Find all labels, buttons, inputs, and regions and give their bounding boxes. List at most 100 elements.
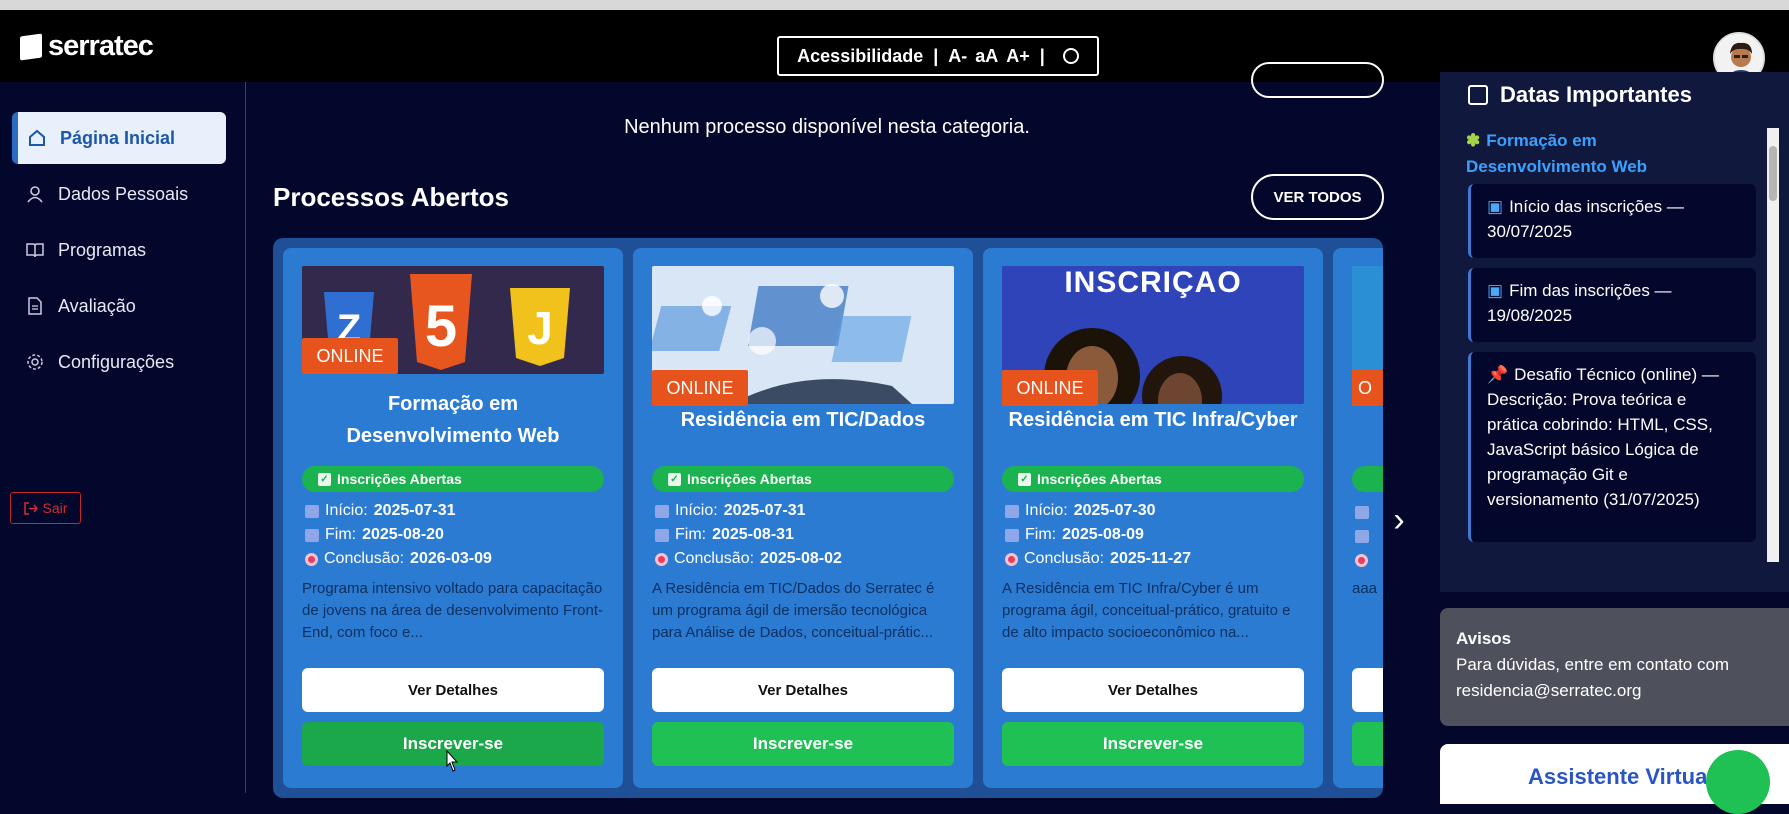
process-card: Z 5 J ONLINE Formação em Desenvolvimento… <box>283 248 623 788</box>
end-label: Fim: <box>675 526 707 543</box>
svg-text:J: J <box>527 302 553 354</box>
status-label: Inscrições Abertas <box>337 471 462 487</box>
conclusion-value: 2026-03-09 <box>410 550 492 567</box>
end-label: Fim: <box>325 526 357 543</box>
sidebar-item-dados-pessoais[interactable]: Dados Pessoais <box>12 168 226 220</box>
online-badge: ONLINE <box>652 370 748 406</box>
target-icon <box>305 552 318 566</box>
status-badge <box>1352 466 1383 492</box>
view-details-button[interactable]: Ver Detalhes <box>652 668 954 712</box>
sidebar-item-configuracoes[interactable]: Configurações <box>12 336 226 388</box>
conclusion-value: 2025-08-02 <box>760 550 842 567</box>
end-label: Fim: <box>1025 526 1057 543</box>
card-description: A Residência em TIC Infra/Cyber é um pro… <box>1002 580 1291 641</box>
calendar-icon <box>305 504 319 518</box>
start-value: 2025-07-30 <box>1073 502 1156 519</box>
sidebar-item-label: Configurações <box>58 351 175 372</box>
date-item-text: Fim das inscrições — 19/08/2025 <box>1487 281 1672 325</box>
home-icon <box>29 129 45 146</box>
sidebar-item-pagina-inicial[interactable]: Página Inicial <box>12 112 226 164</box>
sidebar-item-programas[interactable]: Programas <box>12 224 226 276</box>
online-badge: ONLINE <box>302 338 398 374</box>
see-all-button[interactable]: VER TODOS <box>1251 174 1384 220</box>
image-caption: INSCRIÇAO <box>1064 266 1242 299</box>
notices-box: Avisos Para dúvidas, entre em contato co… <box>1440 608 1789 726</box>
section-title: Processos Abertos <box>273 182 510 212</box>
process-card-partial: O aaa <box>1333 248 1383 788</box>
conclusion-date: Conclusão: 2026-03-09 <box>305 550 492 568</box>
start-label: Início: <box>1025 502 1068 519</box>
sidebar-item-label: Avaliação <box>58 295 136 316</box>
subscribe-button[interactable] <box>1352 722 1383 766</box>
puzzle-icon: ✽ <box>1466 131 1481 150</box>
end-date: Fim: 2025-08-20 <box>305 526 444 544</box>
font-normal-button[interactable]: aA <box>975 46 998 67</box>
logout-label: Sair <box>42 500 68 516</box>
whatsapp-chat-icon[interactable] <box>1706 750 1770 814</box>
logo-text: serratec <box>48 30 154 62</box>
online-badge: ONLINE <box>1002 370 1098 406</box>
serratec-logo[interactable]: serratec <box>20 30 154 63</box>
logout-icon <box>23 501 38 515</box>
sidebar: Página Inicial Dados Pessoais Programas … <box>0 82 246 793</box>
status-badge: ✓ Inscrições Abertas <box>1002 466 1304 492</box>
view-details-button[interactable]: Ver Detalhes <box>302 668 604 712</box>
see-all-button-previous[interactable] <box>1251 62 1384 98</box>
conclusion-label: Conclusão: <box>674 550 755 567</box>
font-increase-button[interactable]: A+ <box>1006 46 1030 67</box>
sidebar-item-label: Programas <box>58 239 147 260</box>
start-label: Início: <box>325 502 368 519</box>
card-description: aaa <box>1352 580 1378 597</box>
subscribe-button[interactable]: Inscrever-se <box>1002 722 1304 766</box>
dates-title-label: Datas Importantes <box>1500 82 1692 107</box>
theme-toggle-sun-icon[interactable] <box>1062 48 1079 64</box>
status-badge: ✓ Inscrições Abertas <box>302 466 604 492</box>
document-icon <box>28 297 42 315</box>
end-value: 2025-08-31 <box>712 526 794 543</box>
scroll-thumb[interactable] <box>1769 146 1777 201</box>
sidebar-item-label: Página Inicial <box>60 127 176 148</box>
important-dates-panel: Datas Importantes ✽ Formação em Desenvolv… <box>1440 72 1789 592</box>
accessibility-bar: Acessibilidade | A- aA A+ | <box>777 36 1099 76</box>
calendar-icon <box>1005 528 1019 542</box>
calendar-icon <box>1468 85 1488 105</box>
logout-button[interactable]: Sair <box>10 492 81 524</box>
notices-text: Para dúvidas, entre em contato com resid… <box>1456 655 1730 700</box>
online-badge: O <box>1352 370 1383 406</box>
date-item: ▣ Fim das inscrições — 19/08/2025 <box>1468 268 1756 342</box>
process-card: ONLINE Residência em TIC/Dados ✓ Inscriç… <box>633 248 973 788</box>
card-title: Residência em TIC Infra/Cyber <box>993 404 1313 436</box>
accessibility-label: Acessibilidade <box>797 45 924 66</box>
start-label: Início: <box>675 502 718 519</box>
card-description: Programa intensivo voltado para capacita… <box>302 580 604 641</box>
subscribe-button[interactable]: Inscrever-se <box>652 722 954 766</box>
calendar-icon <box>305 528 319 542</box>
status-label: Inscrições Abertas <box>1037 471 1162 487</box>
end-date: Fim: 2025-08-09 <box>1005 526 1144 544</box>
calendar-icon <box>655 528 669 542</box>
card-title-line1: Formação em <box>387 393 519 415</box>
view-details-button[interactable] <box>1352 668 1383 712</box>
date-item: ▣ Início das inscrições — 30/07/2025 <box>1468 184 1756 258</box>
sidebar-item-avaliacao[interactable]: Avaliação <box>12 280 226 332</box>
end-date: Fim: 2025-08-31 <box>655 526 794 544</box>
end-value: 2025-08-20 <box>362 526 444 543</box>
card-title-line1: Residência em TIC/Dados <box>680 409 926 431</box>
view-details-button[interactable]: Ver Detalhes <box>1002 668 1304 712</box>
empty-category-message: Nenhum processo disponível nesta categor… <box>624 116 1030 138</box>
card-title-line2: Desenvolvimento Web <box>346 425 560 447</box>
check-icon: ✓ <box>668 472 681 486</box>
carousel-next-chevron-icon[interactable]: › <box>1385 500 1413 540</box>
start-date: Início: 2025-07-31 <box>305 502 456 520</box>
program-link[interactable]: ✽ Formação em Desenvolvimento Web <box>1466 128 1736 180</box>
mouse-cursor-icon <box>446 750 459 772</box>
status-badge: ✓ Inscrições Abertas <box>652 466 954 492</box>
conclusion-date: Conclusão: 2025-11-27 <box>1005 550 1191 568</box>
dates-scrollbar[interactable] <box>1767 128 1779 562</box>
assistant-title: Assistente Virtual <box>1528 764 1714 789</box>
font-decrease-button[interactable]: A- <box>948 46 967 67</box>
program-name: Formação em Desenvolvimento Web <box>1466 131 1648 176</box>
process-carousel: Z 5 J ONLINE Formação em Desenvolvimento… <box>273 238 1383 798</box>
book-icon <box>26 243 44 258</box>
inbox-icon: ▣ <box>1487 197 1504 216</box>
